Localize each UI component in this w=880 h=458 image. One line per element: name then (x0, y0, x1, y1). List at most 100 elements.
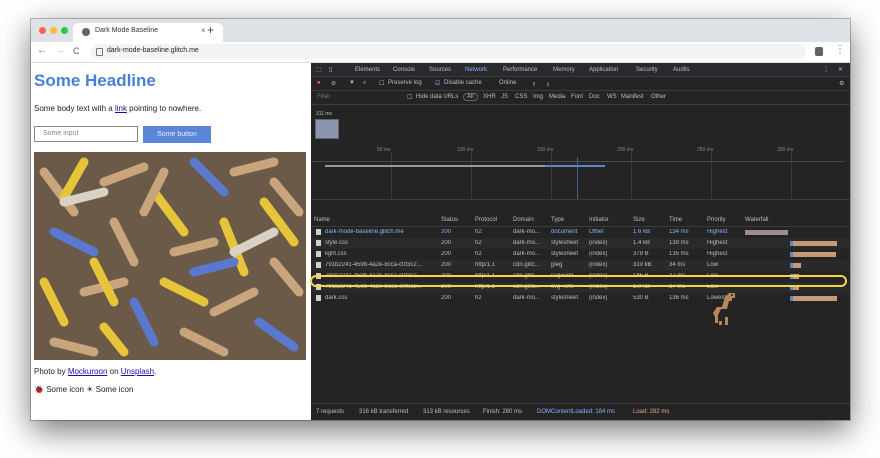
filter-other[interactable]: Other (651, 94, 666, 100)
col-waterfall[interactable]: Waterfall (745, 217, 768, 223)
waterfall-bar (790, 252, 836, 257)
filter-input[interactable]: Filter (317, 94, 330, 100)
minimize-window-button[interactable] (50, 27, 57, 34)
forward-button[interactable]: → (55, 45, 65, 56)
close-window-button[interactable] (39, 27, 46, 34)
col-type[interactable]: Type (551, 217, 564, 223)
cell-protocol: http/1.1 (475, 262, 496, 268)
filter-js[interactable]: JS (501, 94, 508, 100)
cell-initiator[interactable]: (index) (589, 251, 629, 257)
hide-data-urls-checkbox[interactable]: ☐ (407, 94, 412, 101)
cell-name[interactable]: dark-mode-baseline.glitch.me (325, 229, 437, 235)
unsplash-link[interactable]: Unsplash (121, 367, 154, 376)
new-tab-button[interactable]: + (207, 23, 214, 37)
cell-initiator[interactable]: (index) (589, 295, 629, 301)
cell-name[interactable]: light.css (325, 251, 437, 257)
clear-icon[interactable]: ⊘ (331, 80, 336, 87)
maximize-window-button[interactable] (61, 27, 68, 34)
tab-audits[interactable]: Audits (673, 67, 690, 73)
cell-status: 200 (441, 262, 452, 268)
extension-icon[interactable] (815, 47, 823, 56)
tab-console[interactable]: Console (393, 67, 415, 73)
cell-initiator[interactable]: Other (589, 229, 629, 235)
filter-css[interactable]: CSS (515, 94, 527, 100)
col-time[interactable]: Time (669, 217, 682, 223)
address-bar[interactable]: dark-mode-baseline.glitch.me (91, 44, 806, 59)
reload-button[interactable]: C (73, 46, 80, 56)
lock-icon (96, 48, 103, 56)
close-devtools-icon[interactable]: ✕ (838, 66, 843, 73)
import-icon[interactable]: ⭱ (533, 80, 535, 90)
col-size[interactable]: Size (633, 217, 645, 223)
tab-elements[interactable]: Elements (355, 67, 380, 73)
col-status[interactable]: Status (441, 217, 458, 223)
cell-name[interactable]: style.css (325, 240, 437, 246)
devtools-menu-icon[interactable]: ⋮ (823, 66, 829, 73)
devtools-tabs: ⬚ ▯ Elements Console Sources Network Per… (311, 63, 850, 77)
filter-media[interactable]: Media (549, 94, 565, 100)
col-domain[interactable]: Domain (513, 217, 534, 223)
cell-priority: Highest (707, 251, 728, 257)
finish-time: Finish: 280 ms (483, 409, 523, 415)
some-input-field[interactable]: Some input (34, 126, 138, 142)
cell-initiator[interactable]: (index) (589, 262, 629, 268)
inspect-icon[interactable]: ⬚ (316, 66, 322, 73)
network-row[interactable]: light.css 200 h2 dark-mo... stylesheet (index… (311, 249, 850, 260)
filter-doc[interactable]: Doc (589, 94, 600, 100)
filter-xhr[interactable]: XHR (483, 94, 496, 100)
cell-priority: Low (707, 262, 719, 268)
throttle-select[interactable]: Online (499, 80, 516, 86)
overview-gridline (471, 152, 472, 199)
network-row[interactable]: dark.css 200 h2 dark-mo... stylesheet (index)… (311, 293, 850, 304)
network-row[interactable]: 791b2241-459b-4a2e-8cca-c0f3c2... 200 http… (311, 260, 850, 271)
filter-img[interactable]: Img (533, 94, 543, 100)
back-button[interactable]: ← (37, 45, 47, 56)
requests-count: 7 requests (316, 409, 345, 415)
tab-network[interactable]: Network (465, 67, 487, 73)
preserve-log-checkbox[interactable]: ☐ (379, 80, 384, 87)
cell-protocol: h2 (475, 295, 482, 301)
browser-menu-button[interactable]: ⋮ (835, 44, 845, 55)
tab-performance[interactable]: Performance (503, 67, 537, 73)
tab-sources[interactable]: Sources (429, 67, 451, 73)
browser-tab[interactable]: Dark Mode Baseline × (73, 23, 223, 42)
file-icon (316, 295, 321, 301)
filter-manifest[interactable]: Manifest (621, 94, 644, 100)
tab-application[interactable]: Application (589, 67, 618, 73)
cell-name[interactable]: 791b2241-459b-4a2e-8cca-c0f3c2... (325, 262, 437, 268)
filter-ws[interactable]: WS (607, 94, 617, 100)
cell-time: 134 ms (669, 229, 689, 235)
record-icon[interactable]: ● (317, 80, 321, 86)
network-row[interactable]: style.css 200 h2 dark-mo... stylesheet (index… (311, 238, 850, 249)
cell-domain: dark-mo... (513, 251, 541, 257)
filter-all-toggle[interactable]: All (463, 93, 478, 101)
cell-name[interactable]: dark.css (325, 295, 437, 301)
author-link[interactable]: Mockuroon (68, 367, 108, 376)
filter-icon[interactable]: ▼ (349, 80, 355, 86)
tab-memory[interactable]: Memory (553, 67, 575, 73)
load-time: Load: 282 ms (633, 409, 670, 415)
waterfall-wait-bar (790, 252, 793, 257)
photo-image (34, 152, 306, 360)
settings-gear-icon[interactable]: ⚙ (839, 80, 844, 87)
export-icon[interactable]: ⭳ (547, 80, 549, 90)
page-screenshot-thumbnail[interactable] (315, 119, 339, 139)
col-priority[interactable]: Priority (707, 217, 726, 223)
col-initiator[interactable]: Initiator (589, 217, 609, 223)
disable-cache-checkbox[interactable]: ☑ (435, 80, 440, 87)
cell-initiator[interactable]: (index) (589, 240, 629, 246)
network-row[interactable]: dark-mode-baseline.glitch.me 200 h2 dark-mo… (311, 227, 850, 238)
close-tab-icon[interactable]: × (201, 26, 206, 35)
tab-security[interactable]: Security (636, 67, 658, 73)
col-name[interactable]: Name (314, 217, 330, 223)
search-icon[interactable]: ⌕ (363, 80, 366, 87)
body-link[interactable]: link (115, 104, 127, 113)
col-protocol[interactable]: Protocol (475, 217, 497, 223)
device-toolbar-icon[interactable]: ▯ (329, 66, 332, 73)
overview-gridline (791, 152, 792, 199)
overview-bar (325, 165, 545, 167)
filter-font[interactable]: Font (571, 94, 583, 100)
url-text: dark-mode-baseline.glitch.me (107, 47, 199, 54)
icons-row: 🐞 Some icon ☀ Some icon (34, 385, 133, 394)
some-button[interactable]: Some button (143, 126, 211, 143)
